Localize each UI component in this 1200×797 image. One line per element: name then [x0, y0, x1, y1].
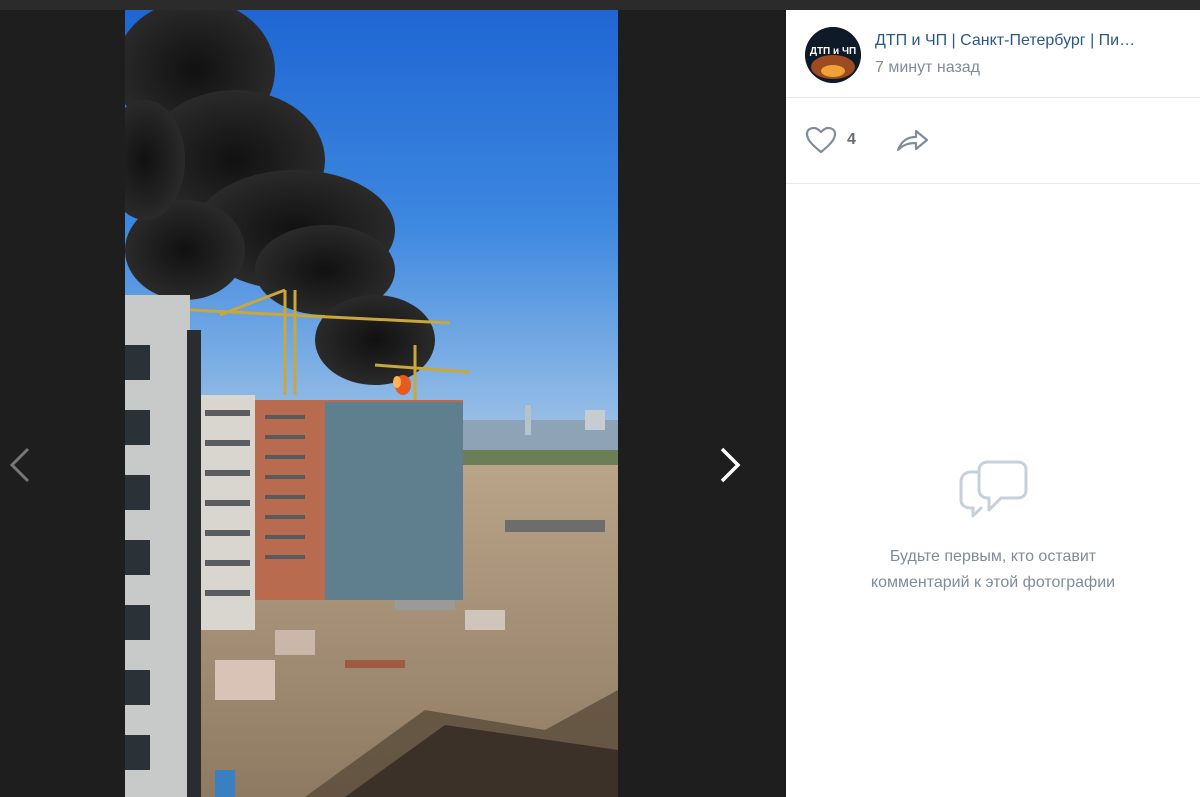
like-button[interactable]: 4 [805, 126, 856, 154]
post-time[interactable]: 7 минут назад [875, 59, 980, 77]
photo[interactable] [125, 10, 618, 797]
chevron-left-icon [9, 447, 30, 483]
chevron-right-icon [720, 447, 741, 483]
previous-photo-button[interactable] [0, 420, 40, 510]
info-panel: ДТП и ЧП ДТП и ЧП | Санкт-Петербург | Пи… [786, 10, 1200, 797]
photo-viewer: ДТП и ЧП ДТП и ЧП | Санкт-Петербург | Пи… [0, 0, 1200, 797]
fire-photo-image [125, 10, 618, 797]
avatar[interactable]: ДТП и ЧП [805, 27, 861, 83]
photo-area [0, 10, 784, 797]
author-name-link[interactable]: ДТП и ЧП | Санкт-Петербург | Пи… [875, 32, 1185, 50]
comments-empty-state: Будьте первым, кто оставит комментарий к… [786, 460, 1200, 596]
next-photo-button[interactable] [700, 420, 760, 510]
post-actions: 4 [786, 98, 1200, 184]
post-author-header: ДТП и ЧП ДТП и ЧП | Санкт-Петербург | Пи… [786, 10, 1200, 98]
top-strip [0, 0, 1200, 10]
like-count: 4 [847, 131, 856, 148]
comment-bubbles-icon [959, 460, 1028, 518]
avatar-text: ДТП и ЧП [810, 46, 856, 57]
empty-comments-line2: комментарий к этой фотографии [870, 574, 1116, 591]
avatar-image: ДТП и ЧП [805, 27, 861, 83]
empty-comments-line1: Будьте первым, кто оставит [889, 548, 1097, 565]
share-button[interactable] [896, 126, 930, 159]
heart-icon [805, 126, 837, 154]
share-arrow-icon [896, 129, 929, 152]
